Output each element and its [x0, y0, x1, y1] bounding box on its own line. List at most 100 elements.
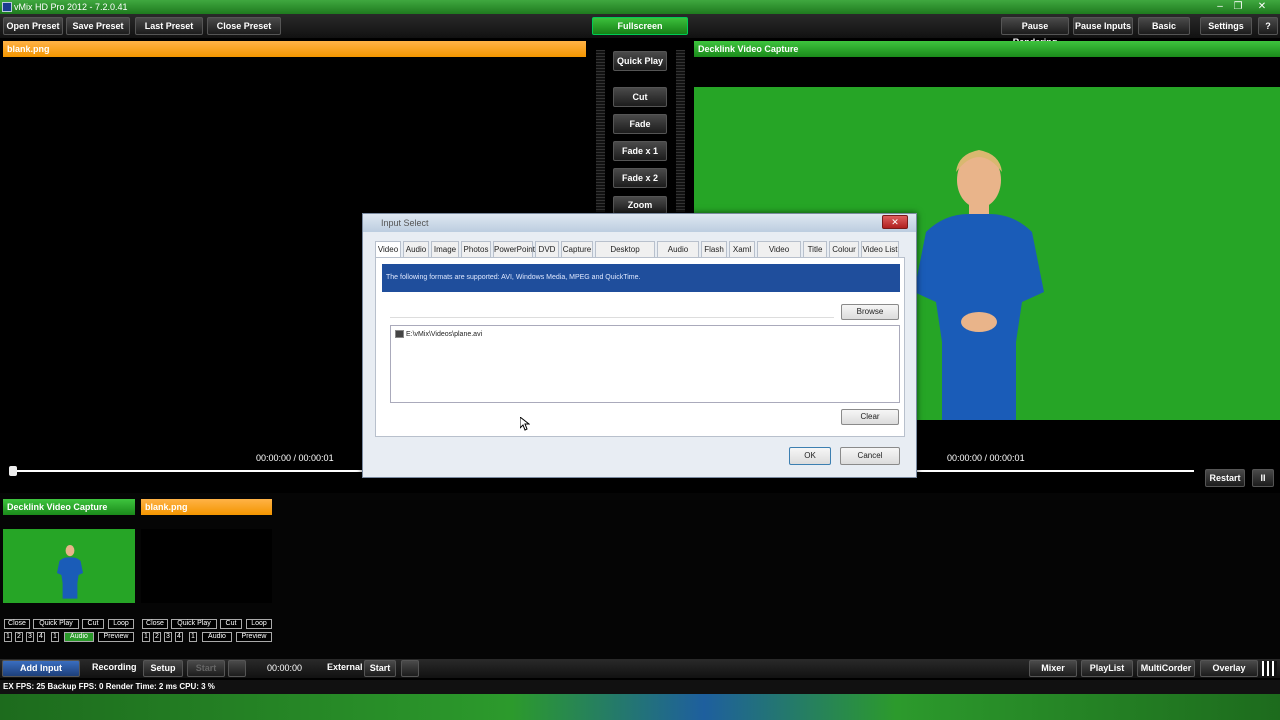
external-start-button[interactable]: Start: [364, 660, 396, 677]
mouse-cursor-icon: [520, 417, 530, 431]
audio-meter-right: [676, 50, 685, 212]
tab-dvd[interactable]: DVD: [535, 241, 559, 257]
top-toolbar: Open Preset Save Preset Last Preset Clos…: [0, 14, 1280, 47]
tab-desktop-capture[interactable]: Desktop Capture: [595, 241, 655, 269]
input-1-thumbnail[interactable]: [3, 529, 135, 603]
minimize-button[interactable]: ‒: [1212, 0, 1228, 14]
tab-video-list[interactable]: Video List: [861, 241, 899, 257]
save-preset-button[interactable]: Save Preset: [66, 17, 130, 35]
input-2-title[interactable]: blank.png: [141, 499, 272, 515]
input-2-close-button[interactable]: Close: [142, 619, 168, 629]
seek-handle[interactable]: [9, 466, 17, 476]
tab-powerpoint[interactable]: PowerPoint: [493, 241, 535, 257]
fade-x2-button[interactable]: Fade x 2: [613, 168, 667, 188]
pause-button[interactable]: II: [1252, 469, 1274, 487]
last-preset-button[interactable]: Last Preset: [135, 17, 203, 35]
pause-rendering-button[interactable]: Pause Rendering: [1001, 17, 1069, 47]
dialog-close-button[interactable]: ✕: [882, 215, 908, 229]
input-2-thumbnail[interactable]: [141, 529, 272, 603]
overlay-button[interactable]: Overlay: [1200, 660, 1258, 677]
bottom-toolbar: Add Input Recording Setup Start 00:00:00…: [0, 659, 1280, 678]
file-path: E:\vMix\Videos\plane.avi: [406, 330, 483, 338]
input-1-overlay-1[interactable]: 1: [4, 632, 12, 642]
video-file-icon: [395, 330, 404, 338]
fullscreen-button[interactable]: Fullscreen: [592, 17, 688, 35]
cut-button[interactable]: Cut: [613, 87, 667, 107]
ok-button[interactable]: OK: [789, 447, 831, 465]
preview-timecode: 00:00:00 / 00:00:01: [256, 453, 334, 463]
tab-audio[interactable]: Audio: [403, 241, 429, 257]
input-2-cut-button[interactable]: Cut: [220, 619, 242, 629]
clear-button[interactable]: Clear: [841, 409, 899, 425]
input-2-quick-play-button[interactable]: Quick Play: [171, 619, 217, 629]
input-1-overlay-4[interactable]: 4: [37, 632, 45, 642]
recording-time: 00:00:00: [267, 663, 303, 673]
input-2-overlay-3[interactable]: 3: [164, 632, 172, 642]
multicorder-button[interactable]: MultiCorder: [1137, 660, 1195, 677]
external-options-button[interactable]: [401, 660, 419, 677]
tab-photos[interactable]: Photos: [461, 241, 491, 257]
input-2-audio-button[interactable]: Audio: [202, 632, 232, 642]
fade-x1-button[interactable]: Fade x 1: [613, 141, 667, 161]
pause-inputs-button[interactable]: Pause Inputs: [1073, 17, 1133, 35]
add-input-button[interactable]: Add Input: [2, 660, 80, 677]
input-1-overlay-3[interactable]: 3: [26, 632, 34, 642]
input-2-preview-button[interactable]: Preview: [236, 632, 272, 642]
desktop-background: [0, 694, 1280, 720]
browse-button[interactable]: Browse: [841, 304, 899, 320]
basic-button[interactable]: Basic: [1138, 17, 1190, 35]
tab-video-delay[interactable]: Video Delay: [757, 241, 801, 269]
tab-capture[interactable]: Capture: [561, 241, 593, 257]
input-1-title[interactable]: Decklink Video Capture: [3, 499, 135, 515]
input-2-overlay-1[interactable]: 1: [142, 632, 150, 642]
window-title: vMix HD Pro 2012 - 7.2.0.41: [14, 2, 128, 12]
input-1-audio-button[interactable]: Audio: [64, 632, 94, 642]
input-2-overlay-2[interactable]: 2: [153, 632, 161, 642]
tab-video[interactable]: Video: [375, 241, 401, 258]
recording-setup-button[interactable]: Setup: [143, 660, 183, 677]
preview-title: blank.png: [3, 41, 586, 57]
mixer-button[interactable]: Mixer: [1029, 660, 1077, 677]
open-preset-button[interactable]: Open Preset: [3, 17, 63, 35]
input-1-cut-button[interactable]: Cut: [82, 619, 104, 629]
list-item[interactable]: E:\vMix\Videos\plane.avi: [395, 330, 482, 338]
input-2-multiview[interactable]: 1: [189, 632, 197, 642]
input-2-overlay-4[interactable]: 4: [175, 632, 183, 642]
playlist-button[interactable]: PlayList: [1081, 660, 1133, 677]
grid-icon[interactable]: [1262, 661, 1277, 676]
recording-start-button[interactable]: Start: [187, 660, 225, 677]
output-letterbox-top: [694, 57, 1280, 87]
tab-audio-input[interactable]: Audio Input: [657, 241, 699, 269]
tab-flash[interactable]: Flash: [701, 241, 727, 257]
zoom-button[interactable]: Zoom: [613, 196, 667, 214]
recording-label: Recording: [92, 662, 137, 672]
tab-xaml[interactable]: Xaml: [729, 241, 755, 257]
close-window-button[interactable]: ✕: [1254, 0, 1270, 14]
cancel-button[interactable]: Cancel: [840, 447, 900, 465]
file-path-input[interactable]: [390, 304, 834, 318]
input-select-dialog: Input Select ✕ Video Audio Image Photos …: [362, 213, 917, 478]
input-1-overlay-2[interactable]: 2: [15, 632, 23, 642]
help-button[interactable]: ?: [1258, 17, 1278, 35]
input-1-loop-button[interactable]: Loop: [108, 619, 134, 629]
input-2-loop-button[interactable]: Loop: [246, 619, 272, 629]
quick-play-button[interactable]: Quick Play: [613, 51, 667, 71]
settings-button[interactable]: Settings: [1200, 17, 1252, 35]
restart-button[interactable]: Restart: [1205, 469, 1245, 487]
app-icon: [2, 2, 12, 12]
input-1-multiview[interactable]: 1: [51, 632, 59, 642]
external-label: External: [327, 662, 363, 672]
input-1-quick-play-button[interactable]: Quick Play: [33, 619, 79, 629]
recording-options-button[interactable]: [228, 660, 246, 677]
output-title: Decklink Video Capture: [694, 41, 1280, 57]
input-1-preview-button[interactable]: Preview: [98, 632, 134, 642]
fade-button[interactable]: Fade: [613, 114, 667, 134]
tab-image[interactable]: Image: [431, 241, 459, 257]
input-1-close-button[interactable]: Close: [4, 619, 30, 629]
maximize-button[interactable]: ❐: [1230, 0, 1246, 14]
tab-title[interactable]: Title: [803, 241, 827, 257]
close-preset-button[interactable]: Close Preset: [207, 17, 281, 35]
dialog-title: Input Select: [363, 214, 916, 232]
tab-colour[interactable]: Colour: [829, 241, 859, 257]
file-list[interactable]: E:\vMix\Videos\plane.avi: [390, 325, 900, 403]
